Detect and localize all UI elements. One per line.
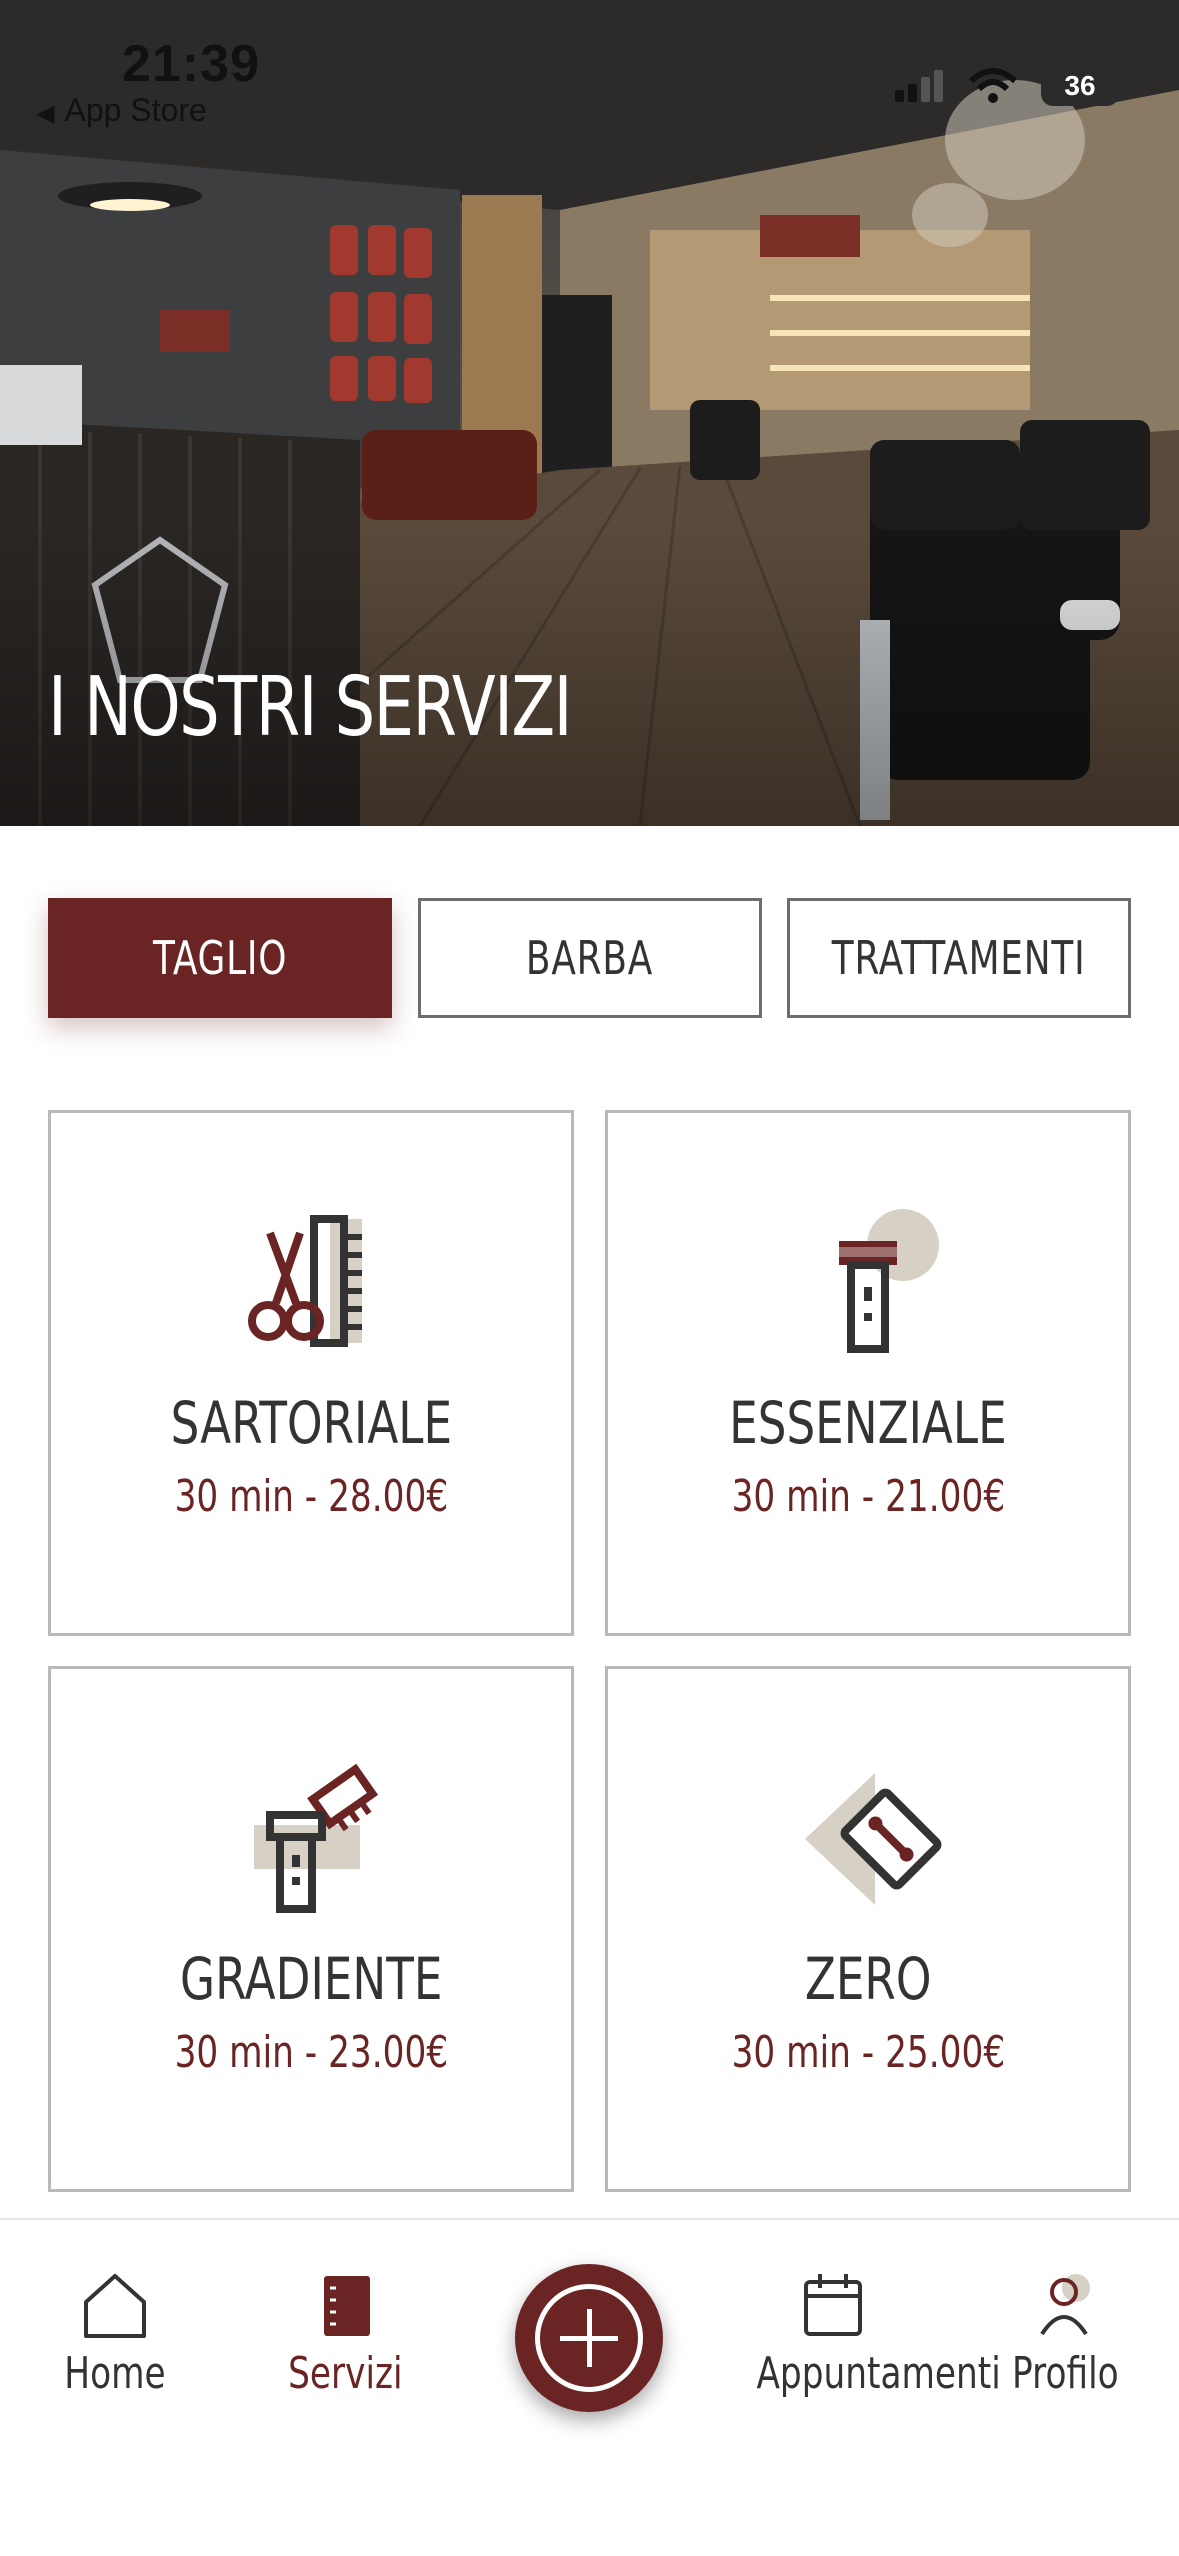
service-card-essenziale[interactable]: ESSENZIALE 30 min - 21.00€ — [605, 1110, 1131, 1636]
tab-label: BARBA — [526, 931, 654, 985]
category-tabs: TAGLIO BARBA TRATTAMENTI — [48, 898, 1131, 1020]
service-card-gradiente[interactable]: GRADIENTE 30 min - 23.00€ — [48, 1666, 574, 2192]
service-meta: 30 min - 28.00€ — [51, 1471, 571, 1522]
clock: 21:39 — [122, 35, 260, 93]
back-to-app-store-link[interactable]: ◀ App Store — [36, 92, 207, 129]
service-name: GRADIENTE — [51, 1945, 571, 2013]
service-name: ESSENZIALE — [608, 1389, 1128, 1457]
service-name-text: GRADIENTE — [179, 1945, 443, 2013]
service-meta-text: 30 min - 28.00€ — [174, 1471, 448, 1522]
tab-taglio[interactable]: TAGLIO — [48, 898, 392, 1018]
nav-servizi[interactable]: Servizi — [235, 2270, 455, 2420]
service-name-text: SARTORIALE — [170, 1389, 452, 1457]
service-name: SARTORIALE — [51, 1389, 571, 1457]
nav-appuntamenti[interactable]: Appuntamenti — [722, 2270, 1001, 2420]
calendar-icon — [804, 2274, 862, 2336]
hero-banner: 21:39 ◀ App Store 36 I NOSTRI SERVIZI — [0, 0, 1179, 826]
service-meta-text: 30 min - 21.00€ — [731, 1471, 1005, 1522]
scissors-comb-icon — [248, 1215, 362, 1347]
nav-home-label: Home — [64, 2348, 166, 2399]
signal-icon — [895, 70, 943, 102]
page-title: I NOSTRI SERVIZI — [48, 660, 573, 755]
wifi-icon — [968, 68, 1018, 103]
nav-profilo[interactable]: Profilo — [955, 2270, 1175, 2420]
service-meta: 30 min - 21.00€ — [608, 1471, 1128, 1522]
status-bar: 21:39 ◀ App Store 36 — [0, 0, 1179, 130]
new-appointment-button[interactable] — [515, 2264, 663, 2412]
tab-trattamenti[interactable]: TRATTAMENTI — [787, 898, 1131, 1018]
service-name-text: ESSENZIALE — [729, 1389, 1007, 1457]
tab-label: TAGLIO — [152, 931, 288, 985]
back-app-label: App Store — [64, 92, 207, 128]
service-name-text: ZERO — [804, 1945, 932, 2013]
user-icon — [1040, 2274, 1090, 2336]
service-meta-text: 30 min - 23.00€ — [174, 2027, 448, 2078]
nav-profilo-label: Profilo — [1011, 2348, 1119, 2399]
clipper-comb-icon — [254, 1763, 379, 1913]
service-card-sartoriale[interactable]: SARTORIALE 30 min - 28.00€ — [48, 1110, 574, 1636]
service-meta: 30 min - 23.00€ — [51, 2027, 571, 2078]
plus-icon — [535, 2284, 643, 2392]
back-triangle-icon: ◀ — [36, 100, 55, 127]
tab-barba[interactable]: BARBA — [418, 898, 762, 1018]
service-name: ZERO — [608, 1945, 1128, 2013]
razor-blade-icon — [805, 1773, 942, 1905]
service-card-zero[interactable]: ZERO 30 min - 25.00€ — [605, 1666, 1131, 2192]
service-meta-text: 30 min - 25.00€ — [731, 2027, 1005, 2078]
tab-label: TRATTAMENTI — [832, 931, 1086, 985]
battery-indicator: 36 — [1041, 66, 1119, 106]
nav-home[interactable]: Home — [5, 2270, 225, 2420]
service-meta: 30 min - 25.00€ — [608, 2027, 1128, 2078]
system-icons: 36 — [893, 66, 1119, 106]
clipper-icon — [839, 1209, 939, 1353]
home-icon — [84, 2274, 146, 2338]
book-icon — [324, 2276, 370, 2336]
nav-servizi-label: Servizi — [287, 2348, 403, 2399]
